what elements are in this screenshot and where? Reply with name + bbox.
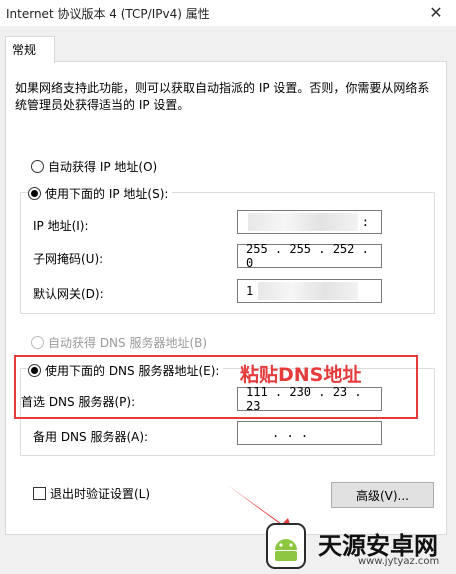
validate-checkbox[interactable]: 退出时验证设置(L): [33, 485, 150, 502]
ip-address-value: :: [361, 215, 369, 229]
subnet-mask-value: 255 . 255 . 252 . 0: [246, 242, 369, 270]
auto-dns-radio[interactable]: 自动获得 DNS 服务器地址(B): [31, 334, 207, 351]
ip-address-label: IP 地址(I):: [33, 219, 89, 233]
advanced-button[interactable]: 高级(V)...: [331, 482, 434, 508]
checkbox-icon: [33, 487, 46, 500]
radio-on-icon: [28, 187, 41, 200]
validate-label: 退出时验证设置(L): [50, 487, 151, 501]
window-title: Internet 协议版本 4 (TCP/IPv4) 属性: [6, 7, 210, 21]
subnet-mask-field[interactable]: 255 . 255 . 252 . 0: [237, 242, 382, 270]
alternate-dns-field[interactable]: . . .: [237, 421, 382, 445]
auto-ip-radio[interactable]: 自动获得 IP 地址(O): [31, 158, 157, 175]
auto-dns-label: 自动获得 DNS 服务器地址(B): [48, 336, 208, 350]
watermark-url: www.jytyaz.com: [358, 556, 440, 567]
tab-general[interactable]: 常规: [5, 36, 55, 63]
gateway-value: 1: [246, 284, 254, 298]
manual-ip-radio[interactable]: 使用下面的 IP 地址(S):: [28, 185, 173, 202]
gateway-label: 默认网关(D):: [33, 287, 104, 301]
close-icon[interactable]: ✕: [416, 0, 456, 26]
advanced-button-label: 高级(V)...: [355, 488, 410, 503]
radio-off-icon: [31, 336, 44, 349]
alternate-dns-value: . . .: [272, 426, 309, 440]
redacted-blur: [258, 282, 358, 300]
title-bar: Internet 协议版本 4 (TCP/IPv4) 属性 ✕: [0, 0, 456, 26]
radio-off-icon: [31, 160, 44, 173]
description-text: 如果网络支持此功能，则可以获取自动指派的 IP 设置。否则，你需要从网络系统管理…: [15, 81, 430, 112]
alternate-dns-label: 备用 DNS 服务器(A):: [33, 430, 149, 444]
annotation-text: 粘贴DNS地址: [240, 364, 362, 386]
auto-ip-label: 自动获得 IP 地址(O): [48, 160, 158, 174]
redacted-blur: [248, 213, 358, 231]
android-logo-icon: [266, 523, 306, 569]
manual-ip-label: 使用下面的 IP 地址(S):: [45, 187, 169, 201]
tab-general-label: 常规: [12, 43, 37, 57]
subnet-mask-label: 子网掩码(U):: [33, 252, 104, 266]
